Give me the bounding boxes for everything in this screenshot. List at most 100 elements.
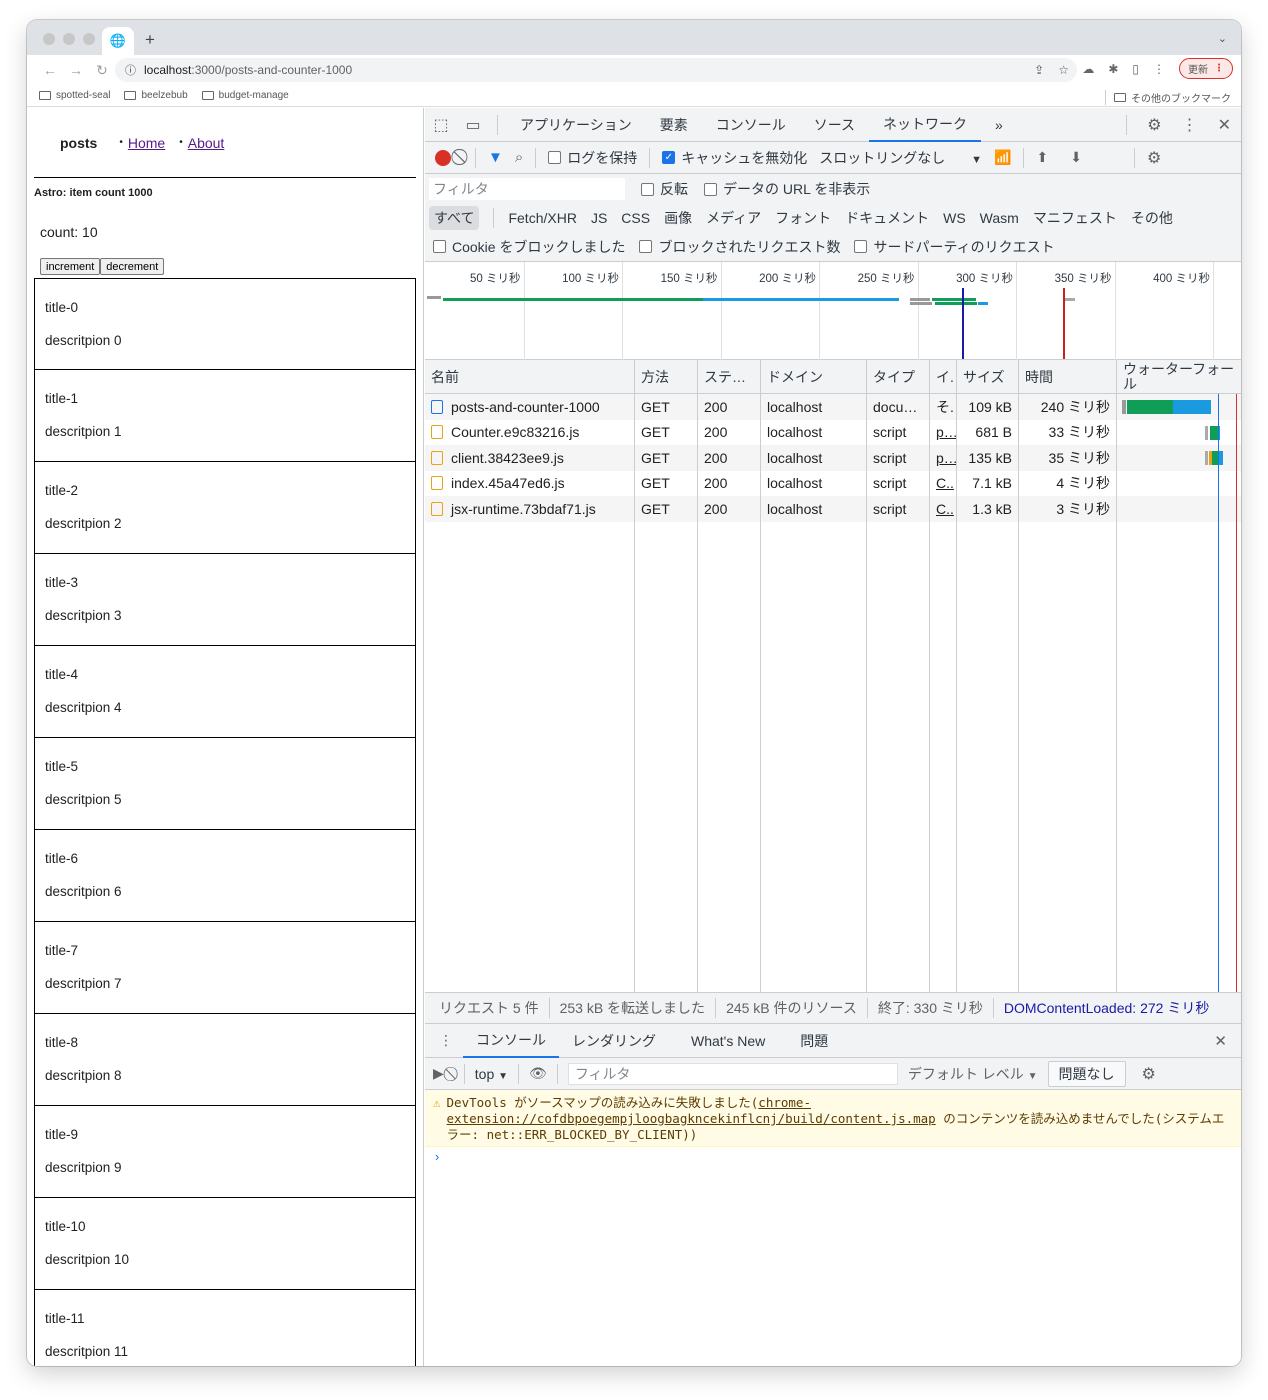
disable-cache-checkbox[interactable]: ✓ キャッシュを無効化 bbox=[662, 148, 807, 168]
type-filter-2[interactable]: JS bbox=[591, 210, 607, 226]
search-icon[interactable]: ⌕ bbox=[515, 149, 523, 166]
increment-button[interactable]: increment bbox=[40, 258, 101, 275]
type-filter-0[interactable]: すべて bbox=[429, 206, 480, 230]
bookmark-folder[interactable]: budget-manage bbox=[201, 90, 289, 101]
tab-elements[interactable]: 要素 bbox=[646, 108, 702, 142]
console-settings-icon[interactable]: ⚙ bbox=[1142, 1064, 1156, 1084]
context-select[interactable]: top ▼ bbox=[475, 1066, 508, 1082]
type-filter-4[interactable]: 画像 bbox=[664, 208, 692, 228]
type-filter-6[interactable]: フォント bbox=[775, 208, 831, 228]
address-bar[interactable]: ⓘ localhost:3000/posts-and-counter-1000 … bbox=[115, 58, 1077, 82]
checkbox[interactable] bbox=[433, 240, 446, 253]
browser-tab[interactable]: 🌐 bbox=[102, 27, 134, 55]
close-icon[interactable]: ✕ bbox=[1218, 115, 1231, 135]
filter-icon[interactable]: ▼ bbox=[488, 149, 503, 166]
import-har-icon[interactable]: ⬆ bbox=[1036, 149, 1048, 166]
back-icon[interactable]: ← bbox=[37, 62, 63, 78]
new-tab-button[interactable]: + bbox=[145, 30, 155, 50]
star-icon[interactable]: ☆ bbox=[1058, 63, 1069, 77]
zoom-light[interactable] bbox=[83, 33, 95, 45]
log-levels-select[interactable]: デフォルト レベル ▼ bbox=[908, 1064, 1038, 1084]
preserve-log-checkbox[interactable]: ログを保持 bbox=[548, 148, 637, 168]
close-drawer-icon[interactable]: ✕ bbox=[1214, 1032, 1227, 1050]
table-row[interactable]: index.45a47ed6.js GET 200 localhost script C.… bbox=[425, 470, 1241, 496]
decrement-button[interactable]: decrement bbox=[100, 258, 165, 275]
issues-button[interactable]: 問題なし bbox=[1047, 1060, 1126, 1087]
extensions-icon[interactable]: ✱ bbox=[1108, 62, 1118, 76]
checkbox[interactable] bbox=[704, 182, 717, 196]
type-filter-10[interactable]: マニフェスト bbox=[1033, 208, 1117, 228]
network-filter-input[interactable]: フィルタ bbox=[429, 178, 625, 200]
drawer-tab-issues[interactable]: 問題 bbox=[778, 1024, 841, 1058]
column-header[interactable]: 時間 bbox=[1019, 360, 1117, 393]
type-filter-8[interactable]: WS bbox=[943, 210, 966, 226]
column-header[interactable]: ステ… bbox=[698, 360, 761, 393]
third-party-checkbox[interactable]: サードパーティのリクエスト bbox=[854, 237, 1055, 257]
info-icon[interactable]: ⓘ bbox=[125, 62, 136, 78]
checkbox[interactable] bbox=[854, 240, 868, 253]
tab-network[interactable]: ネットワーク bbox=[869, 108, 982, 142]
tab-application[interactable]: アプリケーション bbox=[506, 108, 646, 142]
tab-console[interactable]: コンソール bbox=[702, 108, 800, 142]
column-header[interactable]: ウォーターフォール bbox=[1117, 360, 1241, 393]
column-header[interactable]: 名前 bbox=[425, 360, 635, 393]
kebab-menu-icon[interactable]: ⋮ bbox=[1182, 115, 1198, 135]
checkbox-checked[interactable]: ✓ bbox=[662, 151, 676, 164]
more-tabs-button[interactable]: » bbox=[981, 108, 1017, 142]
network-conditions-icon[interactable]: 📶 bbox=[994, 149, 1011, 166]
checkbox[interactable] bbox=[641, 182, 654, 196]
type-filter-11[interactable]: その他 bbox=[1131, 208, 1173, 228]
minimize-light[interactable] bbox=[63, 33, 75, 45]
inspect-element-icon[interactable]: ⬚ bbox=[425, 115, 457, 135]
record-icon[interactable] bbox=[435, 149, 451, 166]
type-filter-5[interactable]: メディア bbox=[706, 208, 761, 228]
share-icon[interactable]: ⇪ bbox=[1034, 63, 1044, 77]
invert-checkbox[interactable]: 反転 bbox=[641, 179, 688, 199]
column-header[interactable]: サイズ bbox=[957, 360, 1019, 393]
column-header[interactable]: ドメイン bbox=[761, 360, 867, 393]
cloud-icon[interactable]: ☁ bbox=[1082, 62, 1094, 76]
drawer-tab-console[interactable]: コンソール bbox=[463, 1024, 559, 1058]
blocked-cookies-checkbox[interactable]: Cookie をブロックしました bbox=[433, 237, 625, 257]
cell-initiator[interactable]: C.. bbox=[930, 496, 957, 522]
blocked-requests-checkbox[interactable]: ブロックされたリクエスト数 bbox=[639, 237, 840, 257]
nav-link-home[interactable]: Home bbox=[128, 135, 165, 151]
table-row[interactable]: jsx-runtime.73bdaf71.js GET 200 localhost sc… bbox=[425, 496, 1241, 522]
sidebar-toggle-icon[interactable]: ▶ bbox=[433, 1065, 444, 1082]
hide-data-urls-checkbox[interactable]: データの URL を非表示 bbox=[704, 179, 870, 199]
column-header[interactable]: 方法 bbox=[635, 360, 698, 393]
device-toolbar-icon[interactable]: ▭ bbox=[457, 115, 489, 135]
type-filter-3[interactable]: CSS bbox=[621, 210, 650, 226]
timeline-overview[interactable]: 50 ミリ秒 100 ミリ秒 150 ミリ秒 200 ミリ秒 250 ミリ秒 300 ミリ… bbox=[425, 262, 1241, 360]
cell-initiator[interactable]: p… bbox=[930, 419, 957, 445]
bookmark-folder[interactable]: beelzebub bbox=[124, 90, 188, 101]
other-bookmarks[interactable]: その他のブックマーク bbox=[1105, 90, 1231, 105]
type-filter-9[interactable]: Wasm bbox=[980, 210, 1019, 226]
column-header[interactable]: タイプ bbox=[867, 360, 930, 393]
table-row[interactable]: Counter.e9c83216.js GET 200 localhost script… bbox=[425, 419, 1241, 445]
network-settings-icon[interactable]: ⚙ bbox=[1147, 148, 1161, 168]
throttling-select[interactable]: スロットリングなし ▼ bbox=[819, 148, 982, 168]
column-header[interactable]: イ. bbox=[930, 360, 957, 393]
checkbox[interactable] bbox=[639, 240, 653, 253]
drawer-menu-icon[interactable]: ⋮ bbox=[425, 1032, 463, 1049]
cell-initiator[interactable]: p… bbox=[930, 445, 957, 471]
export-har-icon[interactable]: ⬇ bbox=[1070, 149, 1082, 166]
nav-link-about[interactable]: About bbox=[188, 135, 225, 151]
console-filter-input[interactable]: フィルタ bbox=[567, 1062, 898, 1085]
bookmark-folder[interactable]: spotted-seal bbox=[39, 90, 110, 101]
drawer-tab-rendering[interactable]: レンダリング bbox=[559, 1024, 669, 1058]
console-prompt[interactable]: › bbox=[425, 1147, 1241, 1166]
cell-initiator[interactable]: そ. bbox=[930, 394, 957, 420]
cell-initiator[interactable]: C.. bbox=[930, 470, 957, 496]
update-button[interactable]: 更新 ⋮ bbox=[1179, 58, 1233, 79]
checkbox[interactable] bbox=[548, 151, 562, 164]
table-row[interactable]: posts-and-counter-1000 GET 200 localhost doc… bbox=[425, 394, 1241, 420]
reload-icon[interactable]: ↻ bbox=[89, 62, 115, 79]
profile-icon[interactable]: ⋮ bbox=[1153, 62, 1165, 76]
chevron-down-icon[interactable]: ⌄ bbox=[1218, 32, 1227, 45]
table-row[interactable]: client.38423ee9.js GET 200 localhost script p… bbox=[425, 445, 1241, 471]
live-expression-eye-icon[interactable]: 👁 bbox=[529, 1065, 547, 1082]
tab-sources[interactable]: ソース bbox=[800, 108, 869, 142]
forward-icon[interactable]: → bbox=[63, 62, 89, 78]
